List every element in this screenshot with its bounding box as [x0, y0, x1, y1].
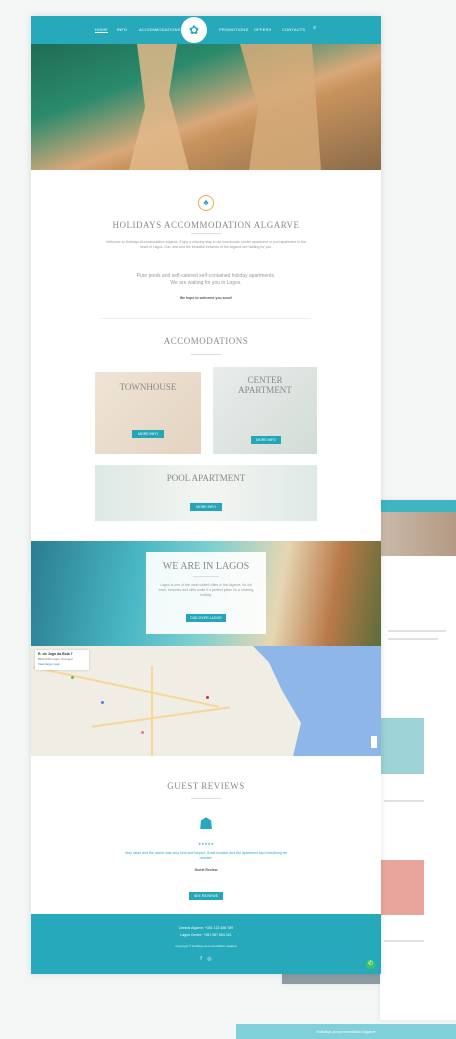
- whatsapp-icon[interactable]: ✆: [366, 960, 375, 969]
- intro-icon-wrap: ♣: [31, 192, 381, 211]
- background-text-line: [384, 800, 424, 802]
- site-logo[interactable]: ✿: [181, 17, 207, 43]
- nav-accommodations[interactable]: ACCOMMODATIONS: [139, 27, 181, 32]
- footer: Central Algarve: +351 123 456 789 Lagos …: [31, 914, 381, 974]
- page-title: HOLIDAYS ACCOMMODATION ALGARVE: [112, 220, 300, 230]
- background-gallery-strip: [282, 974, 380, 984]
- review-quote: Very clean and the owner was very kind a…: [124, 851, 288, 860]
- map-road: [151, 666, 153, 756]
- center-apartment-card[interactable]: CENTER APARTMENT MORE INFO: [213, 367, 317, 454]
- title-divider: [191, 233, 221, 234]
- background-page-preview: [380, 500, 456, 1020]
- poi-icon: [101, 701, 104, 704]
- townhouse-card[interactable]: TOWNHOUSE MORE INFO: [95, 372, 201, 454]
- website-page: HOME INFO ACCOMMODATIONS ✿ PROMOTIONS OF…: [31, 16, 381, 974]
- nav-home[interactable]: HOME: [95, 27, 108, 33]
- pool-apartment-card[interactable]: POOL APARTMENT MORE INFO: [95, 465, 317, 521]
- map-zoom-control[interactable]: [371, 736, 377, 748]
- location-pin-icon[interactable]: [206, 696, 209, 699]
- footer-copyright: Copyright © Holidays Accommodation Algar…: [175, 944, 237, 948]
- pool-apartment-title: POOL APARTMENT: [166, 473, 246, 483]
- lagos-title: WE ARE IN LAGOS: [162, 561, 250, 572]
- background-footer: Holidays Accommodation Algarve: [236, 1024, 456, 1039]
- cliff-shape: [240, 44, 321, 170]
- intro-quote-line1: Pure pools and self-catered self-contain…: [136, 273, 276, 279]
- lagos-banner: WE ARE IN LAGOS Lagos is one of the most…: [31, 541, 381, 646]
- center-apartment-more-info-button[interactable]: MORE INFO: [251, 436, 281, 444]
- footer-phone-2: Lagos Centre: +351 987 654 321: [180, 933, 232, 937]
- townhouse-more-info-button[interactable]: MORE INFO: [132, 430, 164, 438]
- intro-signature: We hope to welcome you soon!: [179, 296, 233, 300]
- background-room-image: [380, 718, 424, 774]
- pool-apartment-more-info-button[interactable]: MORE INFO: [190, 503, 222, 511]
- instagram-icon[interactable]: ◎: [207, 956, 211, 962]
- map-larger-link[interactable]: View larger map: [35, 662, 89, 666]
- lagos-divider: [193, 576, 219, 577]
- background-text-line: [388, 630, 446, 632]
- background-header-bar: [380, 500, 456, 512]
- heading-divider: [191, 354, 221, 355]
- review-author: Guest Review: [194, 868, 218, 872]
- footer-phone-1: Central Algarve: +351 123 456 789: [178, 926, 234, 930]
- hero-image: [31, 44, 381, 170]
- see-reviews-button[interactable]: SEE REVIEWS: [189, 892, 223, 900]
- background-room-image: [380, 860, 424, 915]
- center-apartment-title: CENTER APARTMENT: [238, 375, 292, 395]
- lagos-info-box: WE ARE IN LAGOS Lagos is one of the most…: [146, 552, 266, 634]
- nav-info[interactable]: INFO: [117, 27, 127, 32]
- top-navigation: HOME INFO ACCOMMODATIONS ✿ PROMOTIONS OF…: [31, 16, 381, 44]
- review-stars: ★★★★★: [198, 842, 214, 846]
- reviews-divider: [191, 798, 221, 799]
- intro-quote-line2: We are waiting for you in Lagos.: [170, 280, 242, 286]
- map-place-card: R. do Jogo da Bola 7 8600-630 Lagos, Por…: [35, 650, 89, 670]
- background-text-line: [388, 638, 438, 640]
- guest-icon: ☗: [198, 816, 214, 833]
- reviews-heading: GUEST REVIEWS: [167, 781, 245, 791]
- nav-promotions[interactable]: PROMOTIONS: [219, 27, 248, 32]
- poi-icon: [71, 676, 74, 679]
- discover-lagos-button[interactable]: DISCOVER LAGOS: [186, 614, 226, 622]
- background-text-line: [384, 940, 424, 942]
- accommodations-heading: ACCOMODATIONS: [163, 336, 249, 346]
- map-road: [91, 706, 231, 728]
- map-road: [32, 666, 220, 708]
- palm-tree-icon: ♣: [198, 195, 214, 211]
- nav-contacts[interactable]: CONTACTS: [282, 27, 305, 32]
- search-icon[interactable]: ⌕: [313, 25, 316, 32]
- townhouse-title: TOWNHOUSE: [119, 382, 177, 392]
- background-hero-image: [380, 512, 456, 556]
- lagos-body: Lagos is one of the most visited cities …: [158, 583, 254, 597]
- section-divider: [101, 318, 311, 319]
- map-water: [253, 646, 381, 756]
- poi-icon: [141, 731, 144, 734]
- google-map[interactable]: R. do Jogo da Bola 7 8600-630 Lagos, Por…: [31, 646, 381, 756]
- facebook-icon[interactable]: f: [200, 956, 201, 962]
- footer-social: f ◎: [31, 956, 381, 962]
- palm-tree-icon: ✿: [188, 23, 200, 37]
- cliff-shape: [129, 44, 189, 170]
- intro-body: Welcome to Holidays Accommodation Algarv…: [106, 240, 306, 249]
- nav-offers[interactable]: OFFERS: [254, 27, 271, 32]
